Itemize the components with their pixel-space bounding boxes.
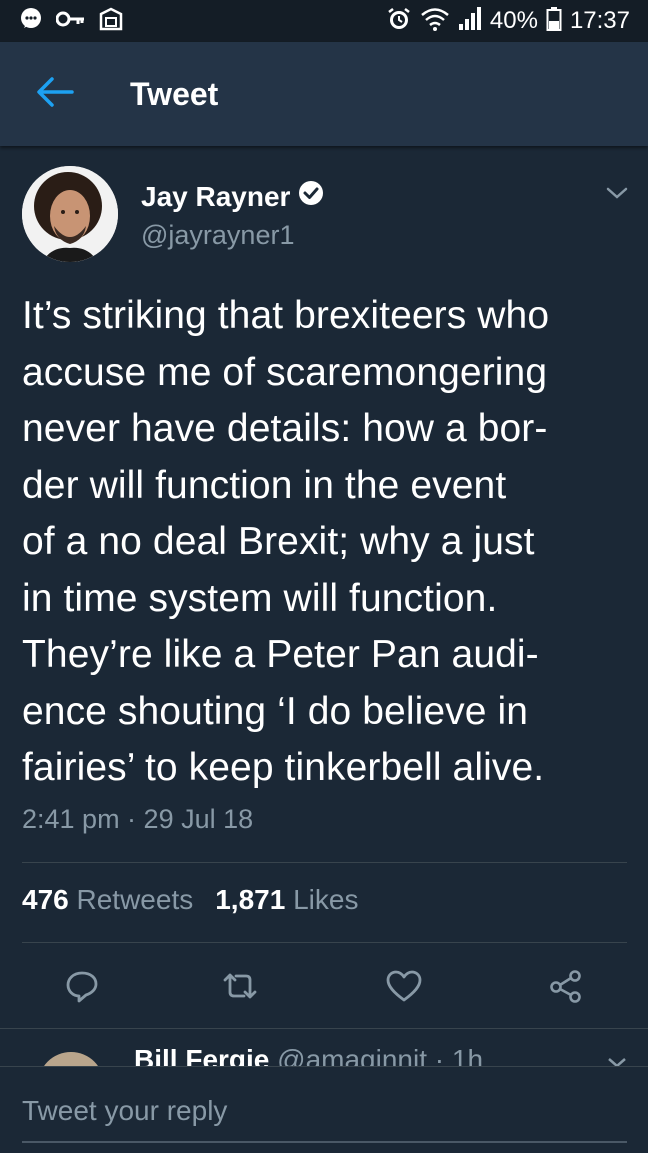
wifi-icon [420,6,450,37]
reply-preview[interactable]: Bill Fergie @amaginnit · 1h [0,1030,648,1070]
tweet-author: Jay Rayner @jayrayner1 [22,166,632,266]
author-name: Jay Rayner [141,180,291,212]
tweet-text: It’s striking that brexiteers who accuse… [22,294,550,789]
like-icon [385,968,423,1009]
divider [0,1028,648,1029]
app-bar: Tweet [0,42,648,146]
battery-percent: 40% [489,7,538,34]
page-title: Tweet [130,75,219,112]
alarm-icon [386,6,412,37]
reply-icon [64,968,100,1009]
likes-count: 1,871 [215,884,286,915]
retweet-icon [220,968,260,1009]
retweets-label: Retweets [76,884,194,915]
clock: 17:37 [569,7,630,34]
chat-notification-icon [18,6,44,37]
divider [22,862,627,863]
tweet-stats: 476 Retweets 1,871 Likes [22,884,358,916]
cast-icon [98,6,124,37]
reply-bar [0,1066,648,1153]
divider [22,942,627,943]
chevron-down-icon [602,187,632,212]
author-handle[interactable]: @jayrayner1 [141,220,294,251]
status-right-icons: 40% 17:37 [386,6,630,37]
tweet-actions [0,958,648,1018]
battery-icon [546,6,562,37]
status-bar: 40% 17:37 [0,0,648,42]
author-avatar[interactable] [22,166,118,262]
likes-label: Likes [293,884,359,915]
key-icon [55,8,86,35]
share-icon [548,968,584,1009]
back-button[interactable] [0,42,110,146]
reply-button[interactable] [52,958,112,1018]
retweets-count: 476 [22,884,69,915]
like-button[interactable] [374,958,434,1018]
retweets-stat[interactable]: 476 Retweets [22,884,193,916]
status-left-icons [18,6,124,37]
share-button[interactable] [536,958,596,1018]
reply-input[interactable] [22,1081,627,1143]
signal-icon [458,6,482,37]
author-name-row[interactable]: Jay Rayner [141,180,324,213]
back-arrow-icon [36,76,74,113]
verified-badge-icon [298,180,324,213]
tweet-menu-button[interactable] [602,178,632,208]
tweet-timestamp: 2:41 pm · 29 Jul 18 [22,804,254,834]
retweet-button[interactable] [210,958,270,1018]
likes-stat[interactable]: 1,871 Likes [215,884,358,916]
